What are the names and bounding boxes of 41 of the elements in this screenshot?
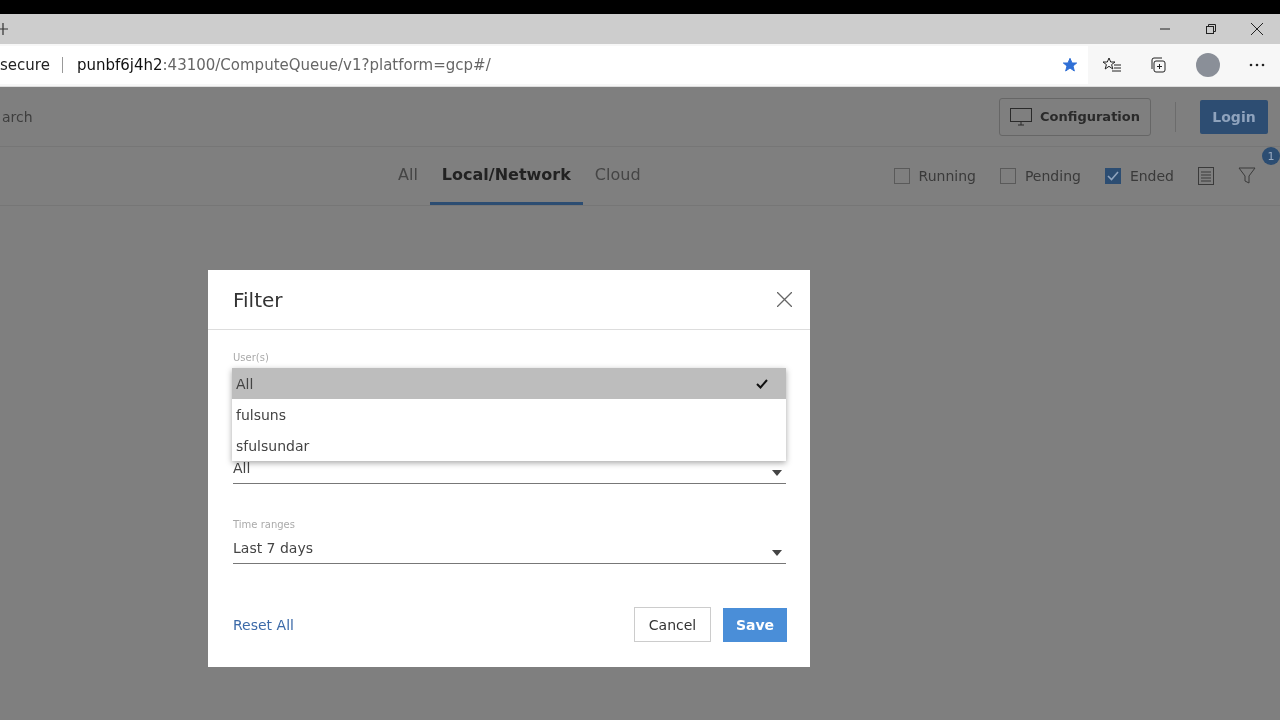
configuration-button[interactable]: Configuration — [999, 97, 1151, 136]
checkbox[interactable] — [999, 168, 1016, 184]
address-bar[interactable]: secure punbf6j4h2:43100/ComputeQueue/v1?platform=gcp#/ — [0, 46, 1088, 84]
caret-icon — [772, 470, 782, 476]
favorites-icon[interactable] — [1102, 57, 1121, 73]
reset-all-link[interactable]: Reset All — [233, 616, 294, 633]
more-icon[interactable] — [1249, 63, 1266, 67]
dropdown-option[interactable]: sfulsundar — [232, 430, 786, 461]
dropdown-option[interactable]: All — [232, 368, 786, 399]
profile-avatar[interactable] — [1195, 53, 1220, 77]
list-icon[interactable] — [1198, 167, 1214, 185]
filter-count-badge: 1 — [1262, 147, 1280, 165]
checkbox-label: Pending — [1024, 168, 1081, 184]
url-path: :43100/ComputeQueue/v1?platform=gcp#/ — [162, 56, 492, 74]
cancel-button[interactable]: Cancel — [634, 607, 711, 642]
filter-icon[interactable] — [1238, 167, 1256, 185]
checkbox[interactable] — [893, 168, 910, 184]
save-button[interactable]: Save — [723, 607, 787, 642]
close-icon[interactable] — [777, 292, 792, 307]
checkbox-label: Running — [918, 168, 976, 184]
restore-icon[interactable] — [1206, 24, 1216, 34]
check-icon — [756, 378, 768, 389]
security-label: secure — [0, 56, 50, 74]
url-host: punbf6j4h2 — [76, 56, 163, 74]
view-tab[interactable]: Local/Network — [429, 147, 583, 205]
field-label: Time ranges — [233, 519, 296, 530]
login-button[interactable]: Login — [1200, 99, 1268, 134]
close-icon[interactable] — [1251, 23, 1263, 35]
dialog-title: Filter — [233, 287, 283, 312]
new-tab-icon[interactable] — [0, 23, 8, 35]
select-field[interactable]: All — [233, 450, 786, 484]
checkbox[interactable] — [1104, 168, 1121, 184]
checkbox-label: Ended — [1129, 168, 1174, 184]
collections-icon[interactable] — [1150, 57, 1167, 73]
select-field[interactable]: Last 7 days — [233, 530, 786, 564]
search-field[interactable]: arch — [0, 107, 1000, 126]
monitor-icon — [1010, 107, 1033, 126]
field-label: User(s) — [233, 352, 270, 363]
dropdown-option[interactable]: fulsuns — [232, 399, 786, 430]
caret-icon — [772, 550, 782, 556]
star-icon[interactable] — [1062, 57, 1078, 73]
